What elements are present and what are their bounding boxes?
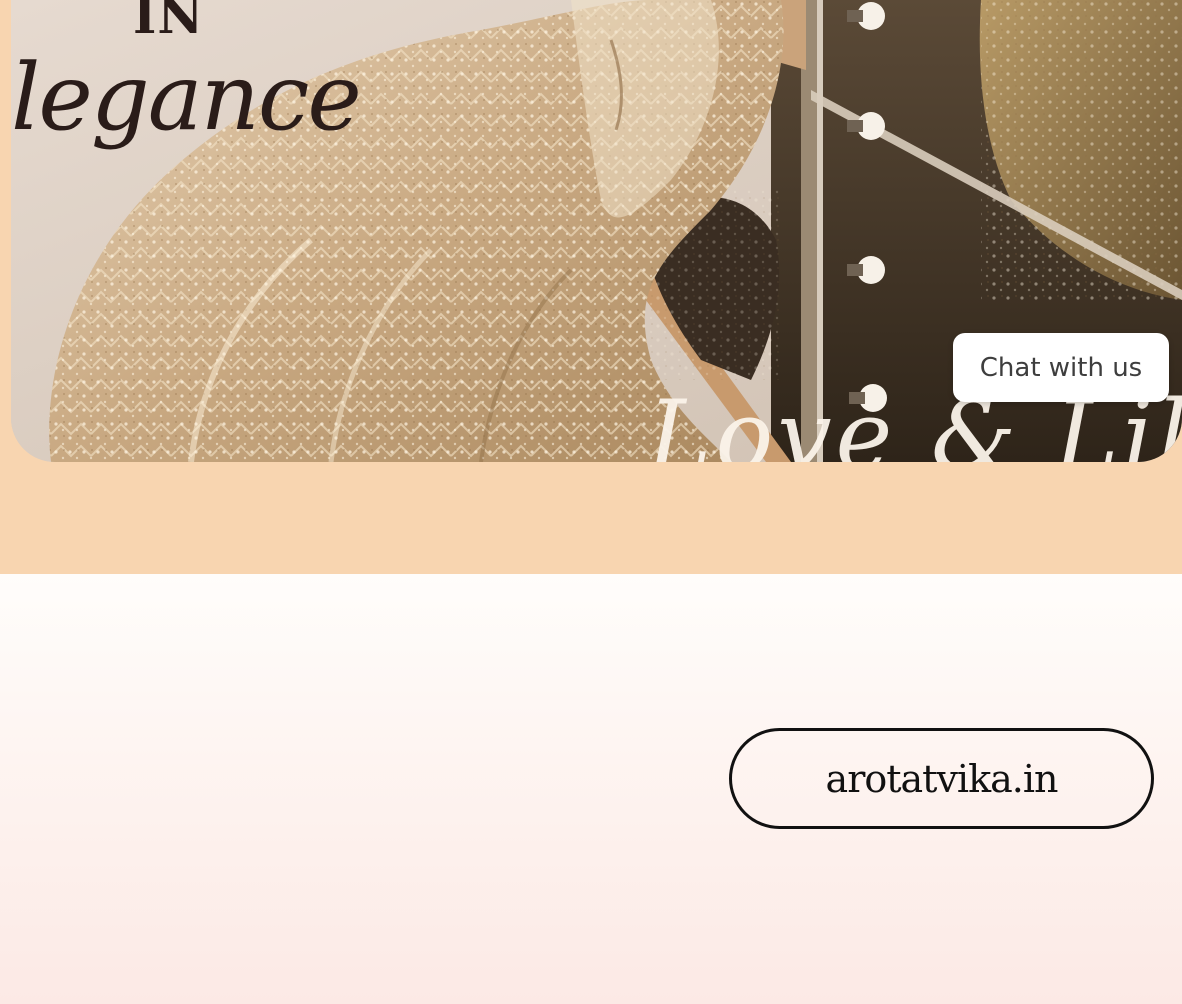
banner-headline-script: legance bbox=[11, 44, 362, 151]
hero-section: IN legance Love & Lil Chat with us bbox=[0, 0, 1182, 574]
chat-with-us-button[interactable]: Chat with us bbox=[953, 333, 1169, 402]
footer-section: arotatvika.in bbox=[0, 574, 1182, 1004]
page-root: IN legance Love & Lil Chat with us arota… bbox=[0, 0, 1182, 1004]
banner-headline-small: IN bbox=[133, 0, 205, 45]
site-url-link[interactable]: arotatvika.in bbox=[729, 728, 1154, 829]
